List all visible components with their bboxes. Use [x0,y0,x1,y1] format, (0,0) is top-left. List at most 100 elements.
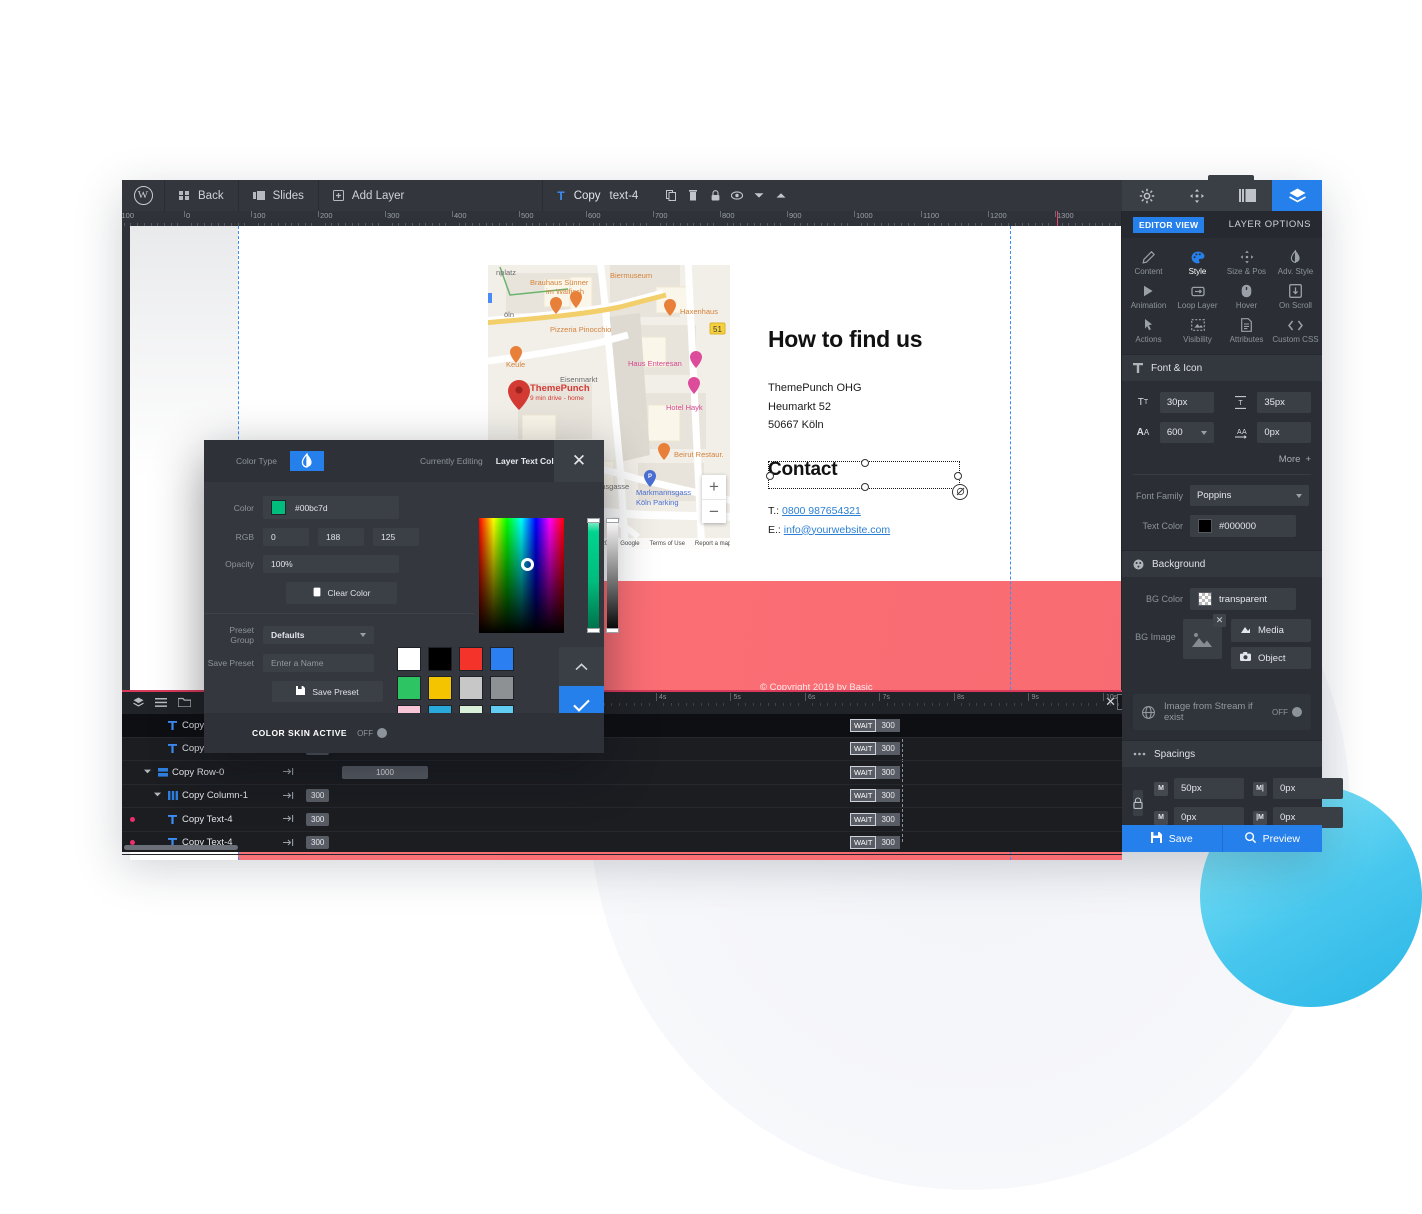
timeline-track[interactable]: 300 WAIT300 [304,832,1122,855]
wait-chip-group[interactable]: WAIT 300 [850,836,900,849]
color-cursor[interactable] [521,558,534,571]
resize-handle-left[interactable] [766,471,774,480]
timeline-track[interactable]: 300 WAIT300 [304,808,1122,831]
tab-visibility[interactable]: Visibility [1173,314,1222,348]
expand-collapse-caret[interactable] [144,769,151,776]
timeline-row-label[interactable]: Copy Text-4 [122,808,304,831]
spacing-lock-button[interactable] [1133,790,1143,816]
move-icon[interactable] [1172,180,1222,211]
tab-animation[interactable]: Animation [1124,280,1173,314]
selected-layer-info[interactable]: T Copy text-4 [543,180,648,211]
chevron-up-icon[interactable] [770,180,792,211]
alpha-slider[interactable] [606,518,619,633]
bg-image-media-button[interactable]: Media [1231,619,1311,642]
map-zoom-out-button[interactable]: − [702,500,726,524]
alpha-handle-top[interactable] [606,518,619,523]
tab-style[interactable]: Style [1173,246,1222,280]
hue-handle-bottom[interactable] [587,628,600,633]
rgb-b-input[interactable]: 125 [373,528,419,546]
color-skin-toggle[interactable]: OFF [357,728,388,738]
tab-actions[interactable]: Actions [1124,314,1173,348]
resize-handle-bottom[interactable] [861,482,869,491]
tab-content[interactable]: Content [1124,246,1173,280]
phone-link[interactable]: 0800 987654321 [782,505,861,517]
preset-swatch[interactable] [459,647,483,671]
wait-chip-group[interactable]: WAIT 300 [850,765,900,779]
wait-chip-group[interactable]: WAIT 300 [850,812,900,826]
wait-chip-group[interactable]: WAIT 300 [850,789,900,802]
animation-in-chip[interactable]: 300 [306,812,330,826]
preset-swatch[interactable] [397,676,421,700]
preview-button[interactable]: Preview [1222,825,1322,852]
module-icon[interactable] [1222,180,1272,211]
end-time-icon[interactable] [283,767,294,777]
end-time-icon[interactable] [283,814,294,824]
slides-button[interactable]: Slides [239,180,318,211]
duplicate-layer-button[interactable] [660,180,682,211]
tab-loop-layer[interactable]: Loop Layer [1173,280,1222,314]
preset-swatch[interactable] [490,647,514,671]
resize-handle-right[interactable] [954,471,962,480]
add-layer-button[interactable]: Add Layer [319,180,418,211]
rgb-g-input[interactable]: 188 [318,528,364,546]
end-time-icon[interactable] [283,838,294,848]
hue-slider[interactable] [587,518,600,633]
map-terms-link[interactable]: Terms of Use [650,541,685,547]
color-hex-field[interactable]: #00bc7d [263,496,399,519]
preset-swatch[interactable] [490,676,514,700]
tab-on-scroll[interactable]: On Scroll [1271,280,1320,314]
bg-color-field[interactable]: transparent [1190,588,1296,610]
preset-swatch[interactable] [459,676,483,700]
email-link[interactable]: info@yourwebsite.com [784,524,890,536]
timeline-row-label[interactable]: Copy Row-0 [122,761,304,784]
animation-in-chip[interactable]: 1000 [342,765,428,779]
bg-image-object-button[interactable]: Object [1231,647,1311,669]
resize-handle-top[interactable] [861,458,869,467]
alpha-handle-bottom[interactable] [606,628,619,633]
close-color-picker-button[interactable]: ✕ [554,440,604,482]
preset-swatch[interactable] [428,647,452,671]
lock-layer-button[interactable] [704,180,726,211]
timeline-row-label[interactable]: Copy Column-1 [122,785,304,808]
tab-hover[interactable]: Hover [1222,280,1271,314]
tab-size-pos[interactable]: Size & Pos [1222,246,1271,280]
letter-spacing-input[interactable]: 0px [1257,422,1311,443]
gear-icon[interactable] [1122,180,1172,211]
back-button[interactable]: Back [165,180,238,211]
spacings-section-header[interactable]: Spacings [1122,740,1322,767]
animation-in-chip[interactable]: 300 [306,836,330,849]
color-type-toggle[interactable] [289,451,324,471]
preset-swatch[interactable] [397,647,421,671]
more-font-options-button[interactable]: More + [1133,452,1311,475]
bg-image-thumbnail[interactable]: ✕ [1182,614,1226,659]
background-section-header[interactable]: Background [1122,550,1322,577]
end-time-icon[interactable] [283,791,294,801]
chevron-down-icon[interactable] [748,180,770,211]
selected-layer-bounding-box[interactable]: Contact [766,458,968,500]
map-zoom-in-button[interactable]: + [702,475,726,500]
remove-bg-image-button[interactable]: ✕ [1213,614,1226,627]
stream-toggle[interactable]: OFF [1272,707,1302,717]
timeline-track[interactable]: 300WAIT300 [304,785,1122,808]
save-preset-button[interactable]: Save Preset [272,681,383,702]
layers-icon[interactable] [1272,180,1322,211]
tab-custom-css[interactable]: Custom CSS [1271,314,1320,348]
map-report-link[interactable]: Report a map error [695,541,730,547]
list-icon[interactable] [155,694,167,712]
font-family-select[interactable]: Poppins [1190,485,1309,506]
text-color-field[interactable]: #000000 [1190,515,1296,537]
preset-name-input[interactable]: Enter a Name [263,654,374,672]
rotate-handle[interactable] [952,483,968,500]
tab-adv-style[interactable]: Adv. Style [1271,246,1320,280]
wait-chip-group[interactable]: WAIT 300 [850,718,900,732]
timeline-row[interactable]: Copy Text-4300 WAIT300 [122,808,1122,832]
toggle-visibility-button[interactable] [726,180,748,211]
save-button[interactable]: Save [1122,825,1223,852]
hue-handle-top[interactable] [587,518,600,523]
collapse-button[interactable] [559,647,604,686]
font-size-input[interactable]: 30px [1159,392,1214,413]
image-from-stream-row[interactable]: Image from Stream if exist OFF [1133,694,1311,730]
timeline-track[interactable]: 1000 WAIT 300 [304,761,1122,784]
editor-view-badge[interactable]: EDITOR VIEW [1133,216,1205,233]
timeline-row[interactable]: Copy Column-1 300 WAIT 300 [122,785,1122,808]
